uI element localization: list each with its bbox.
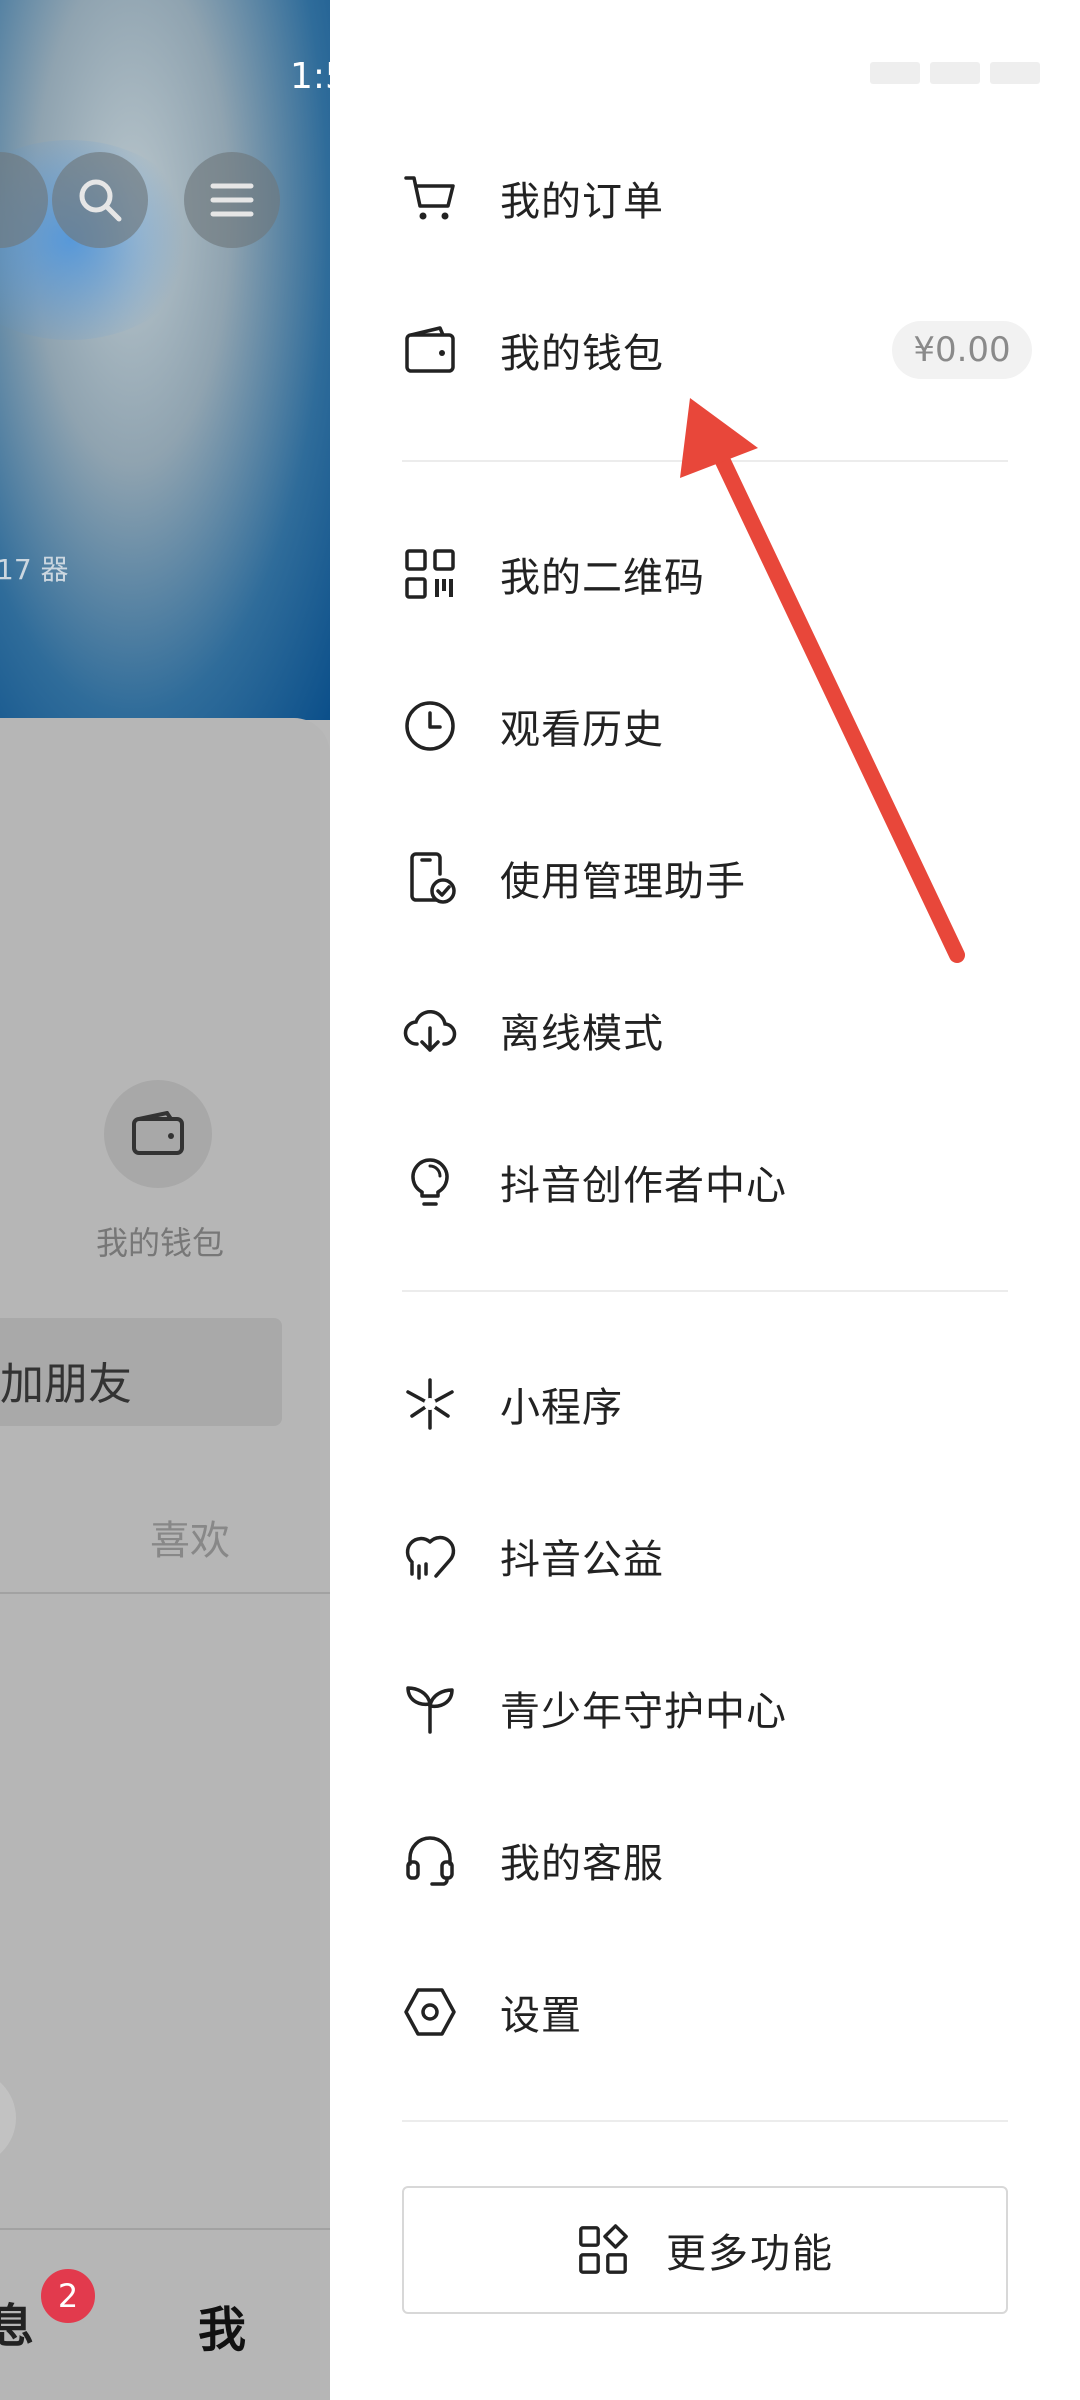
- profile-banner: [0, 0, 330, 720]
- divider: [0, 1592, 330, 1594]
- menu-label: 青少年守护中心: [500, 1689, 787, 1735]
- clock-icon: [405, 701, 455, 751]
- status-icons: [860, 62, 1040, 84]
- menu-item-customer-service[interactable]: 我的客服: [330, 1800, 1080, 1920]
- bottom-nav-divider: [0, 2228, 330, 2230]
- side-drawer: 我的订单 我的钱包 ¥0.00 我的二维码 观看历史 使用管理助手 离线模式 抖…: [330, 0, 1080, 2400]
- menu-item-offline-mode[interactable]: 离线模式: [330, 970, 1080, 1090]
- menu-item-creator-center[interactable]: 抖音创作者中心: [330, 1122, 1080, 1242]
- menu-item-usage-manager[interactable]: 使用管理助手: [330, 818, 1080, 938]
- add-friend-button[interactable]: 加朋友: [0, 1318, 282, 1426]
- tab-me[interactable]: 我: [198, 2290, 246, 2360]
- lightbulb-icon: [411, 1158, 449, 1206]
- menu-item-my-qr-code[interactable]: 我的二维码: [330, 514, 1080, 634]
- menu-item-douyin-charity[interactable]: 抖音公益: [330, 1496, 1080, 1616]
- menu-label: 抖音创作者中心: [500, 1163, 787, 1209]
- menu-label: 使用管理助手: [500, 859, 746, 905]
- wallet-icon: [405, 326, 455, 373]
- menu-label: 我的客服: [500, 1841, 664, 1887]
- menu-item-mini-programs[interactable]: 小程序: [330, 1344, 1080, 1464]
- tab-likes[interactable]: 喜欢: [150, 1508, 230, 1566]
- settings-hexagon-icon: [404, 1988, 456, 2036]
- search-icon: [79, 179, 122, 222]
- wallet-shortcut-label: 我的钱包: [95, 1224, 224, 1262]
- menu-item-my-orders[interactable]: 我的订单: [330, 138, 1080, 258]
- menu-label: 我的订单: [500, 179, 664, 225]
- tab-messages[interactable]: 息: [0, 2290, 34, 2356]
- divider: [402, 1290, 1008, 1292]
- mini-program-icon: [406, 1378, 454, 1430]
- hamburger-icon: [210, 183, 254, 217]
- headset-icon: [406, 1836, 454, 1886]
- wallet-shortcut[interactable]: [104, 1080, 212, 1188]
- menu-label: 抖音公益: [500, 1537, 664, 1583]
- wallet-icon: [132, 1111, 184, 1155]
- status-time: 1:5: [290, 56, 330, 97]
- divider: [402, 2120, 1008, 2122]
- more-features-button[interactable]: 更多功能: [402, 2186, 1008, 2314]
- add-friend-label: 加朋友: [0, 1359, 132, 1410]
- more-features-label: 更多功能: [666, 2231, 834, 2277]
- profile-id-text: 17 器: [0, 553, 69, 586]
- messages-badge: 2: [38, 2266, 98, 2326]
- sprout-icon: [406, 1686, 454, 1734]
- menu-label: 小程序: [500, 1385, 623, 1431]
- charity-heart-icon: [405, 1535, 456, 1580]
- dimmed-profile-page: 1:5 17 器 我的钱包 加朋友 喜欢 息 2 我: [0, 0, 330, 2400]
- menu-label: 设置: [500, 1993, 582, 2039]
- divider: [402, 460, 1008, 462]
- status-bar: [330, 0, 1080, 120]
- menu-label: 我的钱包: [500, 331, 664, 377]
- cart-icon: [404, 176, 455, 220]
- menu-item-my-wallet[interactable]: 我的钱包 ¥0.00: [330, 290, 1080, 410]
- menu-button[interactable]: [184, 152, 280, 248]
- menu-item-settings[interactable]: 设置: [330, 1952, 1080, 2072]
- menu-label: 观看历史: [500, 707, 664, 753]
- grid-apps-icon: [579, 2224, 628, 2274]
- search-button[interactable]: [52, 152, 148, 248]
- wallet-balance-badge: ¥0.00: [892, 321, 1032, 379]
- cloud-download-icon: [403, 1009, 457, 1052]
- menu-label: 离线模式: [500, 1011, 664, 1057]
- qr-code-icon: [405, 549, 455, 599]
- menu-item-youth-protection[interactable]: 青少年守护中心: [330, 1648, 1080, 1768]
- menu-label: 我的二维码: [500, 555, 705, 601]
- menu-item-watch-history[interactable]: 观看历史: [330, 666, 1080, 786]
- phone-check-icon: [410, 852, 456, 904]
